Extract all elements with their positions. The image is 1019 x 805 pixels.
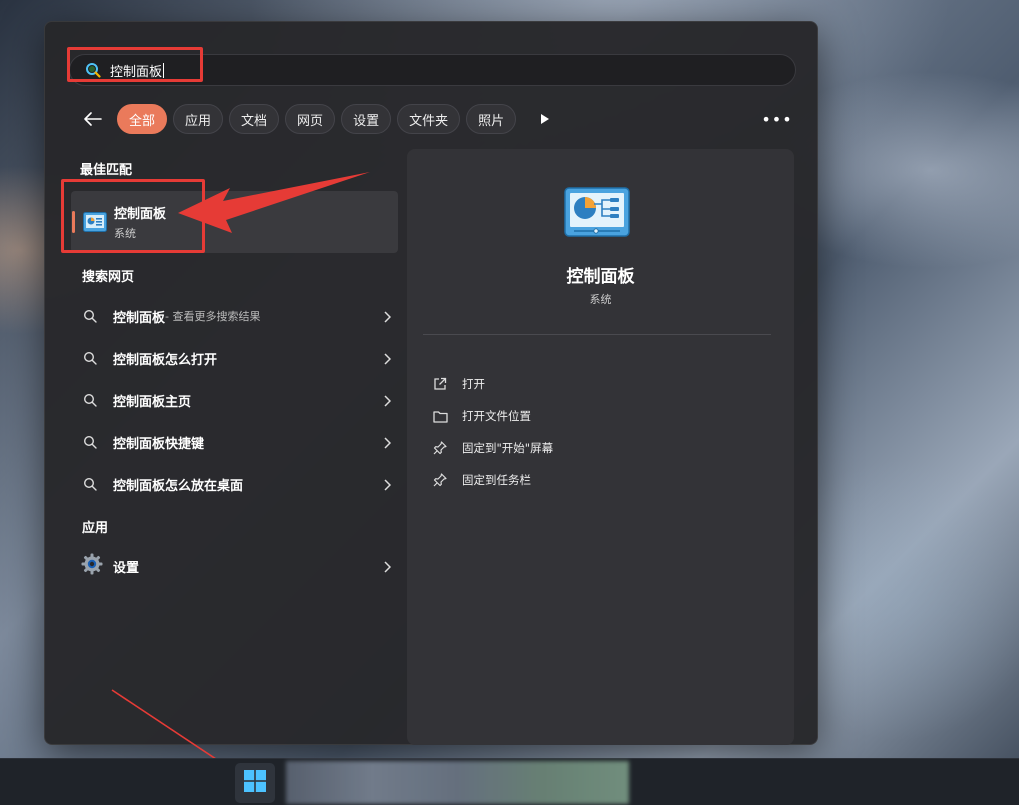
web-result-hint: - 查看更多搜索结果: [165, 310, 261, 323]
app-settings-item[interactable]: 设置: [81, 548, 392, 584]
gear-icon: [81, 553, 103, 579]
action-open-file-location-label: 打开文件位置: [462, 409, 531, 423]
best-match-item[interactable]: 控制面板 系统: [71, 191, 398, 253]
preview-title: 控制面板: [566, 267, 635, 287]
filter-documents[interactable]: 文档: [229, 104, 280, 134]
search-icon: [84, 61, 102, 79]
action-pin-to-start[interactable]: 固定到"开始"屏幕: [433, 435, 553, 461]
best-match-subtitle: 系统: [114, 227, 136, 240]
start-search-panel: 控制面板 全部 应用 文档 网页 设置 文件夹 照片 ••• 最佳匹配 控制面板…: [44, 21, 818, 745]
filter-bar: 全部 应用 文档 网页 设置 文件夹 照片: [77, 103, 560, 135]
action-open-file-location[interactable]: 打开文件位置: [433, 403, 531, 429]
folder-icon: [433, 410, 451, 423]
section-best-match: 最佳匹配: [80, 163, 133, 178]
search-icon: [81, 309, 99, 323]
filter-web[interactable]: 网页: [285, 104, 336, 134]
play-icon[interactable]: [530, 104, 560, 134]
web-result-item[interactable]: 控制面板怎么放在桌面: [81, 466, 392, 502]
preview-divider: [423, 334, 771, 335]
start-button[interactable]: [235, 763, 275, 803]
preview-subtitle: 系统: [589, 293, 612, 306]
web-result-text: 控制面板怎么放在桌面: [113, 478, 244, 494]
preview-pane: 控制面板 系统 打开 打开文件位置 固定到"开始"屏幕 固定到任务栏: [407, 149, 794, 745]
search-icon: [81, 435, 99, 449]
search-icon: [81, 393, 99, 407]
web-result-item[interactable]: 控制面板主页: [81, 382, 392, 418]
filter-apps[interactable]: 应用: [173, 104, 224, 134]
search-box[interactable]: 控制面板: [69, 54, 796, 86]
web-result-item[interactable]: 控制面板怎么打开: [81, 340, 392, 376]
text-caret: [163, 62, 165, 78]
action-pin-to-taskbar[interactable]: 固定到任务栏: [433, 467, 531, 493]
search-input[interactable]: 控制面板: [110, 61, 162, 80]
filter-folders[interactable]: 文件夹: [397, 104, 461, 134]
blurred-taskbar-apps: [286, 761, 629, 804]
web-result-item[interactable]: 控制面板 - 查看更多搜索结果: [81, 298, 392, 334]
action-open-label: 打开: [462, 377, 485, 391]
chevron-right-icon: [383, 392, 392, 411]
action-pin-to-start-label: 固定到"开始"屏幕: [462, 441, 554, 455]
open-external-icon: [433, 377, 451, 391]
filter-photos[interactable]: 照片: [466, 104, 517, 134]
section-apps: 应用: [82, 521, 109, 536]
control-panel-large-icon: [564, 187, 630, 241]
back-arrow-icon[interactable]: [77, 103, 109, 135]
web-result-text: 控制面板快捷键: [113, 436, 205, 452]
selection-indicator: [72, 211, 75, 233]
search-icon: [81, 477, 99, 491]
pin-icon: [433, 441, 451, 455]
chevron-right-icon: [383, 308, 392, 327]
chevron-right-icon: [383, 350, 392, 369]
search-icon: [81, 351, 99, 365]
filter-all[interactable]: 全部: [117, 104, 168, 134]
web-result-text: 控制面板怎么打开: [113, 352, 218, 368]
more-options-icon[interactable]: •••: [761, 104, 791, 134]
web-result-text: 控制面板主页: [113, 394, 192, 410]
windows-logo-icon: [244, 770, 266, 796]
taskbar: [0, 758, 1019, 805]
action-pin-to-taskbar-label: 固定到任务栏: [462, 473, 531, 487]
chevron-right-icon: [383, 558, 392, 577]
best-match-name: 控制面板: [114, 207, 167, 222]
app-settings-label: 设置: [113, 560, 140, 576]
chevron-right-icon: [383, 434, 392, 453]
filter-settings[interactable]: 设置: [341, 104, 392, 134]
chevron-right-icon: [383, 476, 392, 495]
action-open[interactable]: 打开: [433, 371, 485, 397]
web-result-text: 控制面板: [113, 310, 166, 326]
control-panel-icon: [83, 212, 107, 236]
pin-icon: [433, 473, 451, 487]
web-result-item[interactable]: 控制面板快捷键: [81, 424, 392, 460]
section-web-search: 搜索网页: [82, 270, 135, 285]
